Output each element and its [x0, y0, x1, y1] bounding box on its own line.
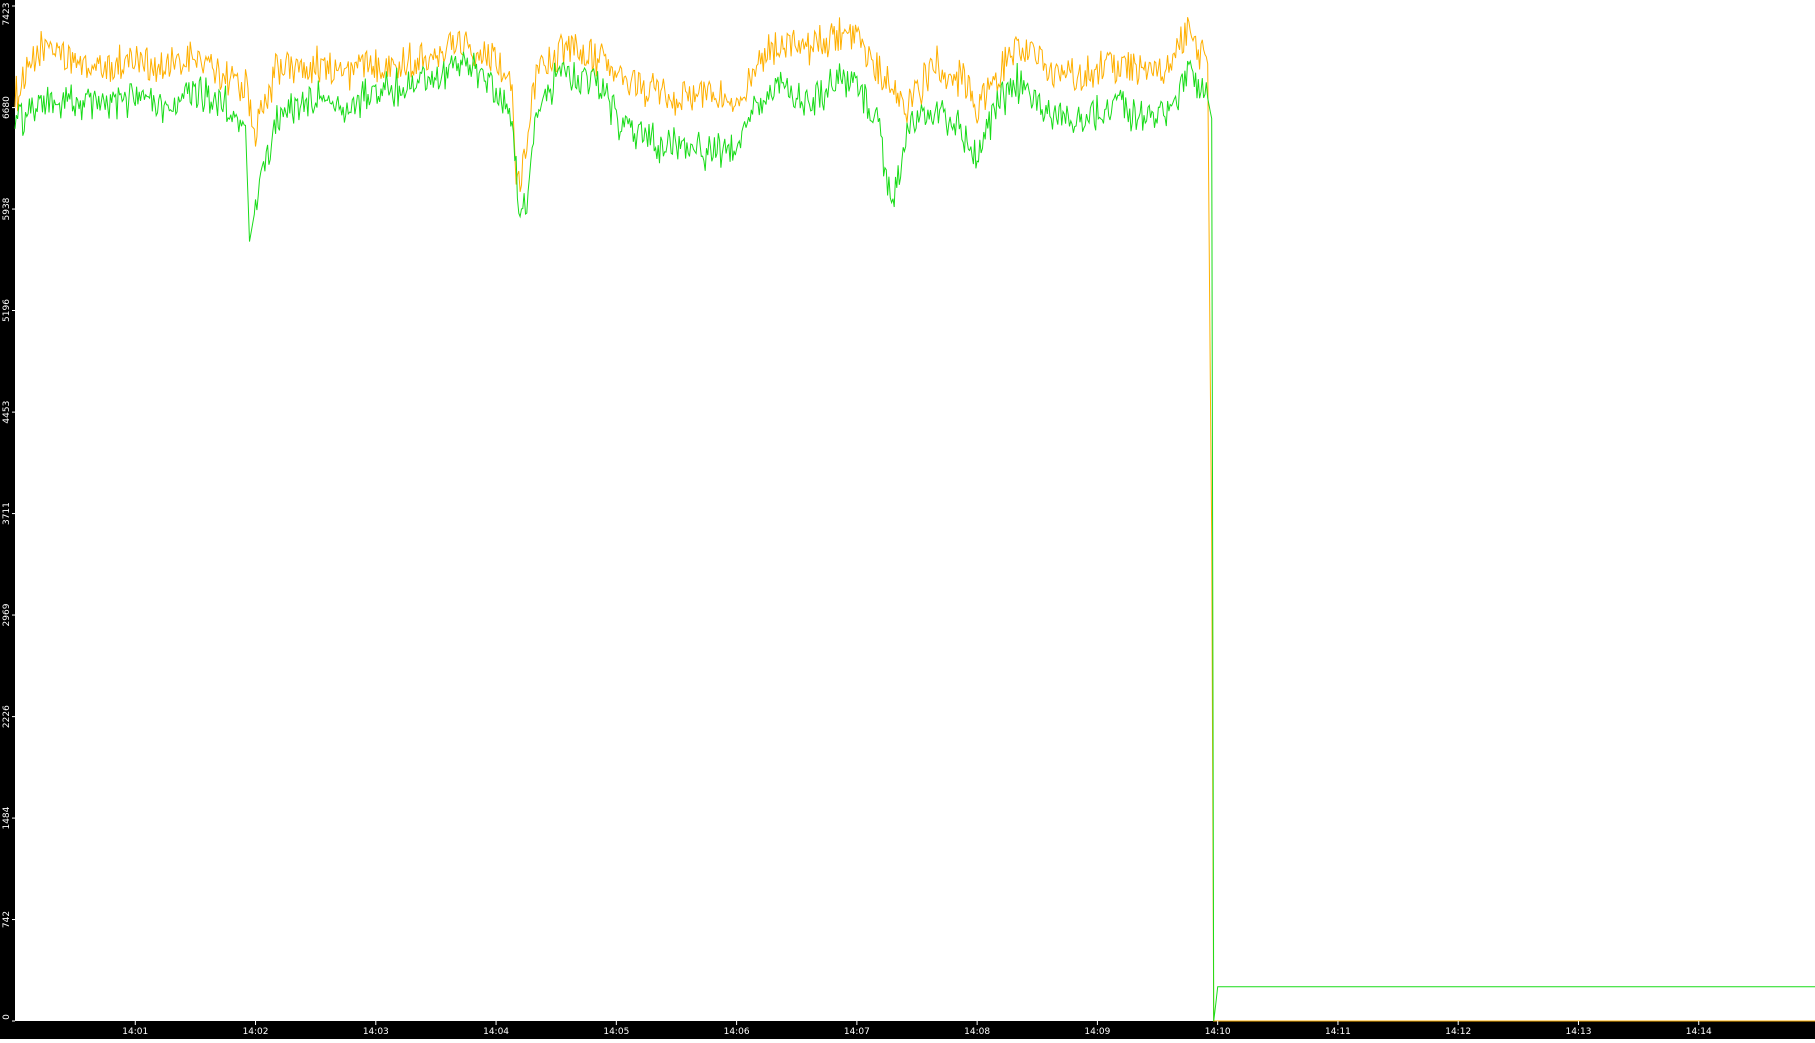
- plot-area: [15, 0, 1815, 1021]
- y-tick-label: 6680: [2, 96, 12, 119]
- y-tick-label: 4453: [2, 401, 12, 424]
- y-tick-label: 5938: [2, 197, 12, 220]
- y-tick-label: 1484: [2, 806, 12, 829]
- y-tick-label: 2226: [2, 705, 12, 728]
- x-tick-label: 14:04: [483, 1027, 509, 1037]
- x-tick-label: 14:14: [1686, 1027, 1712, 1037]
- chart-container: 0 742 1484 2226 2969 3711 4453 5196 5938 6680 7423…: [0, 0, 1815, 1039]
- x-tick-label: 14:10: [1205, 1027, 1231, 1037]
- x-tick-label: 14:06: [724, 1027, 750, 1037]
- line-chart: 0 742 1484 2226 2969 3711 4453 5196 5938 6680 7423…: [0, 0, 1815, 1039]
- x-tick-label: 14:01: [122, 1027, 148, 1037]
- x-tick-label: 14:05: [603, 1027, 629, 1037]
- x-axis-band: [0, 1021, 1815, 1039]
- y-tick-label: 5196: [2, 299, 12, 322]
- x-tick-label: 14:07: [844, 1027, 870, 1037]
- x-tick-label: 14:03: [363, 1027, 389, 1037]
- y-tick-label: 7423: [2, 3, 12, 26]
- y-tick-label: 3711: [2, 502, 12, 525]
- x-tick-label: 14:11: [1325, 1027, 1351, 1037]
- x-tick-label: 14:13: [1566, 1027, 1592, 1037]
- x-tick-label: 14:08: [964, 1027, 990, 1037]
- y-tick-label: 742: [2, 911, 12, 928]
- x-tick-label: 14:02: [243, 1027, 269, 1037]
- y-tick-label: 2969: [2, 603, 12, 626]
- x-tick-label: 14:09: [1084, 1027, 1110, 1037]
- x-tick-label: 14:12: [1445, 1027, 1471, 1037]
- y-tick-label: 0: [2, 1014, 12, 1020]
